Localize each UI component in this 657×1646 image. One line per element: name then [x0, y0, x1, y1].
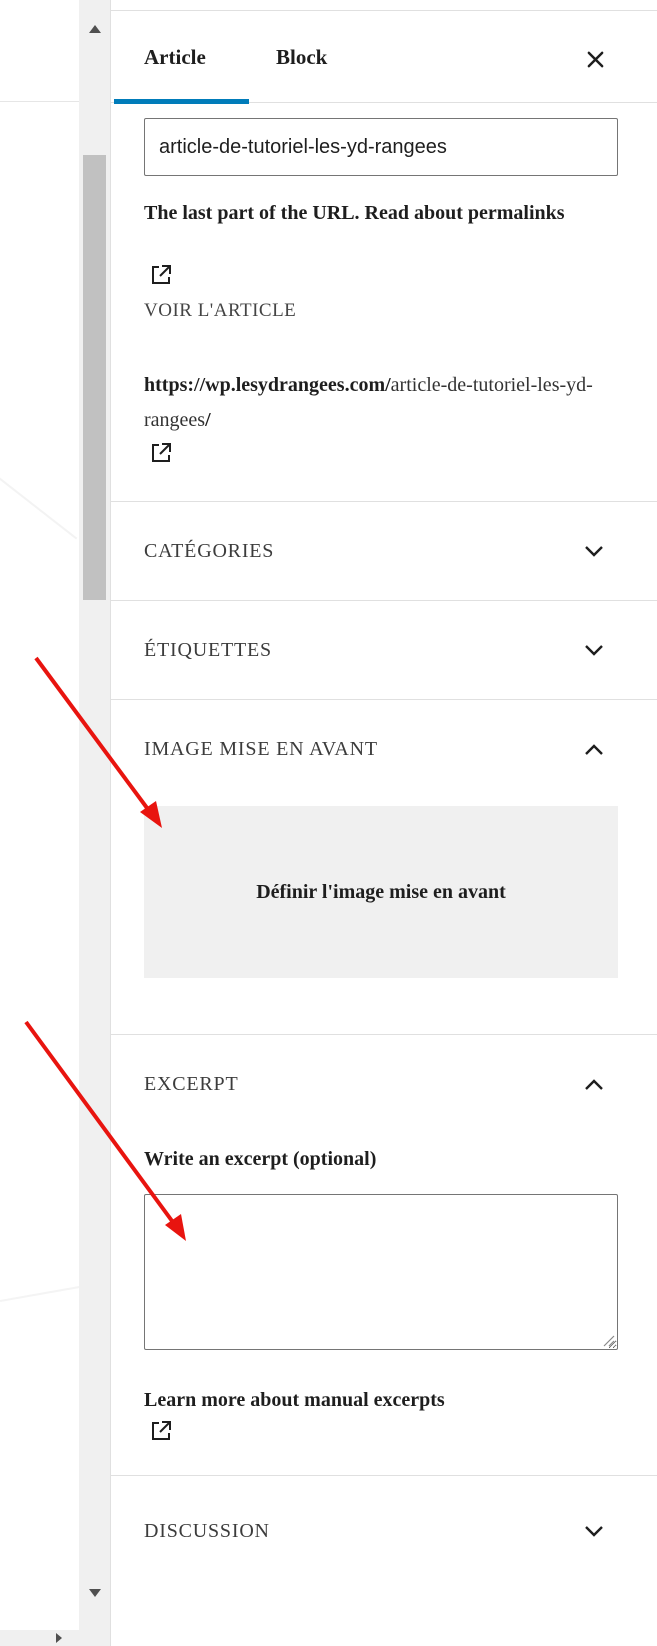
canvas-decoration [0, 1285, 79, 1302]
tab-article[interactable]: Article [111, 11, 249, 104]
external-link-icon[interactable] [148, 440, 174, 466]
chevron-up-icon [579, 734, 609, 764]
canvas-decoration [0, 470, 78, 540]
horizontal-scrollbar[interactable] [0, 1630, 110, 1646]
panel-discussion[interactable]: DISCUSSION [111, 1475, 657, 1585]
tab-article-label: Article [144, 44, 206, 69]
panel-discussion-title: DISCUSSION [144, 1519, 270, 1542]
excerpt-label: Write an excerpt (optional) [144, 1148, 377, 1170]
close-sidebar-button[interactable] [579, 43, 611, 75]
panel-categories-title: CATÉGORIES [144, 539, 275, 562]
chevron-down-icon [579, 635, 609, 665]
scroll-right-arrow-icon[interactable] [52, 1633, 66, 1643]
panel-categories[interactable]: CATÉGORIES [111, 501, 657, 599]
article-url-link[interactable]: https://wp.lesydrangees.com/article-de-t… [144, 368, 604, 438]
panel-featured-image-title: IMAGE MISE EN AVANT [144, 737, 378, 760]
permalink-slug-input[interactable]: article-de-tutoriel-les-yd-rangees [144, 118, 618, 176]
close-icon [587, 51, 603, 67]
chevron-down-icon [579, 1516, 609, 1546]
sidebar-tabs: Article Block [111, 11, 657, 104]
learn-more-excerpts-link[interactable]: Learn more about manual excerpts [144, 1382, 445, 1418]
scroll-up-arrow-icon[interactable] [79, 14, 110, 44]
external-link-icon[interactable] [148, 262, 174, 288]
vertical-scrollbar[interactable] [79, 0, 110, 1630]
permalink-help-link[interactable]: The last part of the URL. Read about per… [144, 195, 604, 231]
excerpt-textarea[interactable] [144, 1194, 618, 1350]
panel-excerpt[interactable]: EXCERPT [111, 1034, 657, 1132]
tab-block[interactable]: Block [276, 11, 346, 103]
scrollbar-thumb[interactable] [83, 155, 106, 600]
panel-tags-title: ÉTIQUETTES [144, 638, 272, 661]
set-featured-image-button[interactable]: Définir l'image mise en avant [144, 806, 618, 978]
panel-tags[interactable]: ÉTIQUETTES [111, 600, 657, 698]
settings-sidebar: Article Block article-de-tutoriel-les-yd… [110, 0, 657, 1646]
panel-excerpt-title: EXCERPT [144, 1072, 239, 1095]
chevron-up-icon [579, 1069, 609, 1099]
view-article-label: VOIR L'ARTICLE [144, 300, 297, 321]
resize-grip-icon[interactable] [601, 1333, 615, 1347]
tab-block-label: Block [276, 44, 328, 69]
external-link-icon[interactable] [148, 1418, 174, 1444]
scroll-down-arrow-icon[interactable] [79, 1578, 110, 1608]
canvas-divider [0, 101, 79, 102]
chevron-down-icon [579, 536, 609, 566]
url-end: / [205, 409, 211, 431]
editor-canvas [0, 0, 79, 1646]
url-base: https://wp.lesydrangees.com/ [144, 374, 391, 396]
panel-featured-image[interactable]: IMAGE MISE EN AVANT [111, 699, 657, 797]
